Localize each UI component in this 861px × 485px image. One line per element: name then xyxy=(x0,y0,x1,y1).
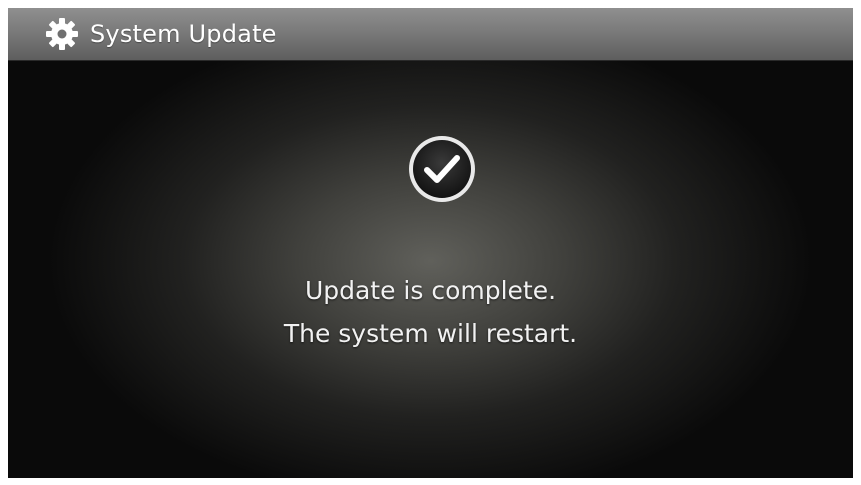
device-frame: System Update Update is complete. The sy… xyxy=(0,0,861,485)
check-circle-icon xyxy=(406,133,478,205)
completion-message: Update is complete. xyxy=(304,276,557,305)
gear-icon xyxy=(42,14,82,54)
display-screen: System Update Update is complete. The sy… xyxy=(8,8,853,478)
restart-message: The system will restart. xyxy=(283,319,578,348)
title-bar: System Update xyxy=(8,8,853,61)
page-title: System Update xyxy=(90,20,277,48)
update-status-panel: Update is complete. The system will rest… xyxy=(8,61,853,478)
